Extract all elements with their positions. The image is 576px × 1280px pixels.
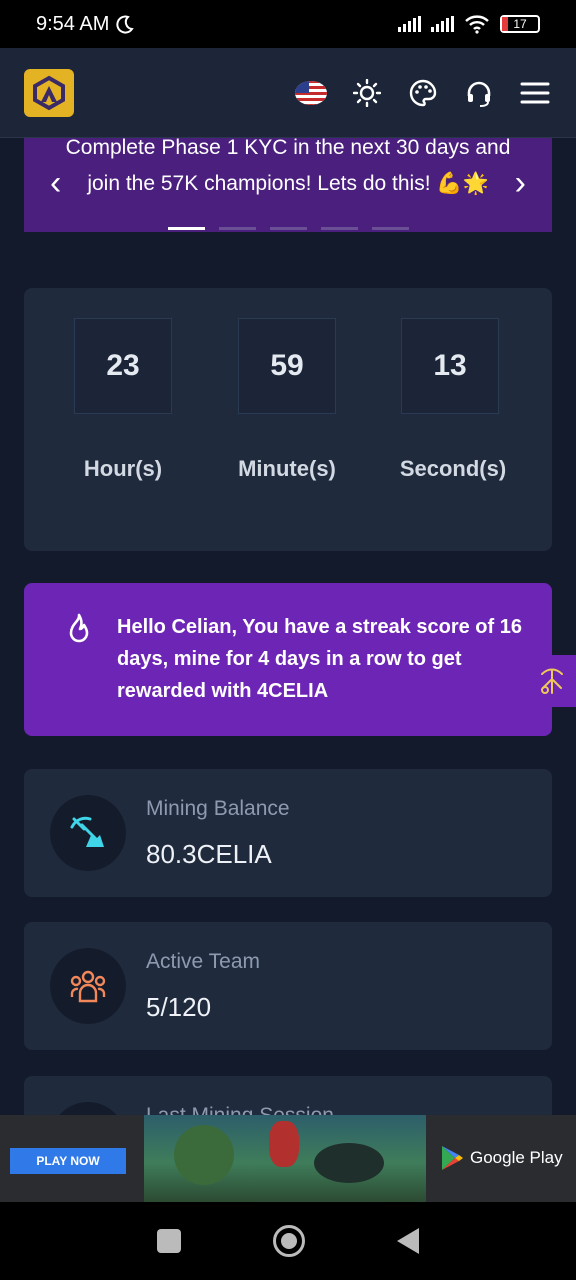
menu-icon[interactable] (518, 76, 552, 110)
minutes-value: 59 (238, 318, 336, 414)
seconds-value: 13 (401, 318, 499, 414)
battery-level: 17 (513, 17, 527, 31)
mining-balance-value: 80.3CELIA (146, 839, 272, 869)
google-play-badge[interactable]: Google Play (440, 1145, 563, 1171)
mining-icon (70, 816, 104, 847)
team-icon (70, 970, 106, 1003)
us-flag-icon[interactable] (294, 76, 328, 110)
carousel-prev-button[interactable]: ‹ (50, 164, 61, 203)
signal-icon-2 (431, 16, 454, 32)
battery-icon: 17 (500, 15, 540, 33)
mining-shortcut-button[interactable] (528, 655, 576, 707)
minutes-label: Minute(s) (238, 456, 336, 481)
play-now-button[interactable]: PLAY NOW (10, 1148, 126, 1174)
active-team-card[interactable]: Active Team 5/120 (24, 922, 552, 1050)
carousel-dot[interactable] (218, 227, 256, 230)
home-button[interactable] (273, 1225, 305, 1257)
carousel-next-button[interactable]: › (515, 164, 526, 203)
ad-image[interactable] (144, 1115, 426, 1202)
recents-button[interactable] (157, 1229, 181, 1253)
carousel-dot[interactable] (320, 227, 358, 230)
wifi-icon (465, 15, 489, 34)
status-time: 9:54 AM (36, 12, 110, 35)
seconds-label: Second(s) (399, 456, 507, 481)
carousel-indicators (24, 227, 552, 230)
moon-icon (116, 15, 135, 34)
countdown-card: 23 59 13 Hour(s) Minute(s) Second(s) (24, 288, 552, 551)
status-bar: 9:54 AM 17 (0, 0, 576, 48)
carousel-dot[interactable] (371, 227, 409, 230)
headset-icon[interactable] (462, 76, 496, 110)
ad-banner[interactable]: PLAY NOW Google Play (0, 1115, 576, 1202)
banner-text: Complete Phase 1 KYC in the next 30 days… (65, 138, 511, 195)
app-header (0, 48, 576, 138)
back-button[interactable] (397, 1228, 419, 1254)
google-play-icon (442, 1146, 463, 1170)
pickaxe-icon (541, 668, 563, 694)
promo-banner-carousel[interactable]: Complete Phase 1 KYC in the next 30 days… (24, 138, 552, 232)
mining-balance-label: Mining Balance (146, 797, 290, 820)
hours-label: Hour(s) (83, 456, 163, 481)
carousel-dot[interactable] (269, 227, 307, 230)
mining-balance-card[interactable]: Mining Balance 80.3CELIA (24, 769, 552, 897)
streak-card: Hello Celian, You have a streak score of… (24, 583, 552, 736)
carousel-dot[interactable] (167, 227, 205, 230)
fire-icon (69, 613, 89, 643)
signal-icon (398, 16, 421, 32)
system-nav-bar (0, 1202, 576, 1280)
google-play-label: Google Play (470, 1148, 563, 1167)
streak-message: Hello Celian, You have a streak score of… (117, 616, 522, 702)
active-team-label: Active Team (146, 950, 260, 973)
hours-value: 23 (74, 318, 172, 414)
sun-icon[interactable] (350, 76, 384, 110)
active-team-value: 5/120 (146, 992, 212, 1022)
palette-icon[interactable] (406, 76, 440, 110)
celia-logo-icon[interactable] (24, 68, 74, 117)
